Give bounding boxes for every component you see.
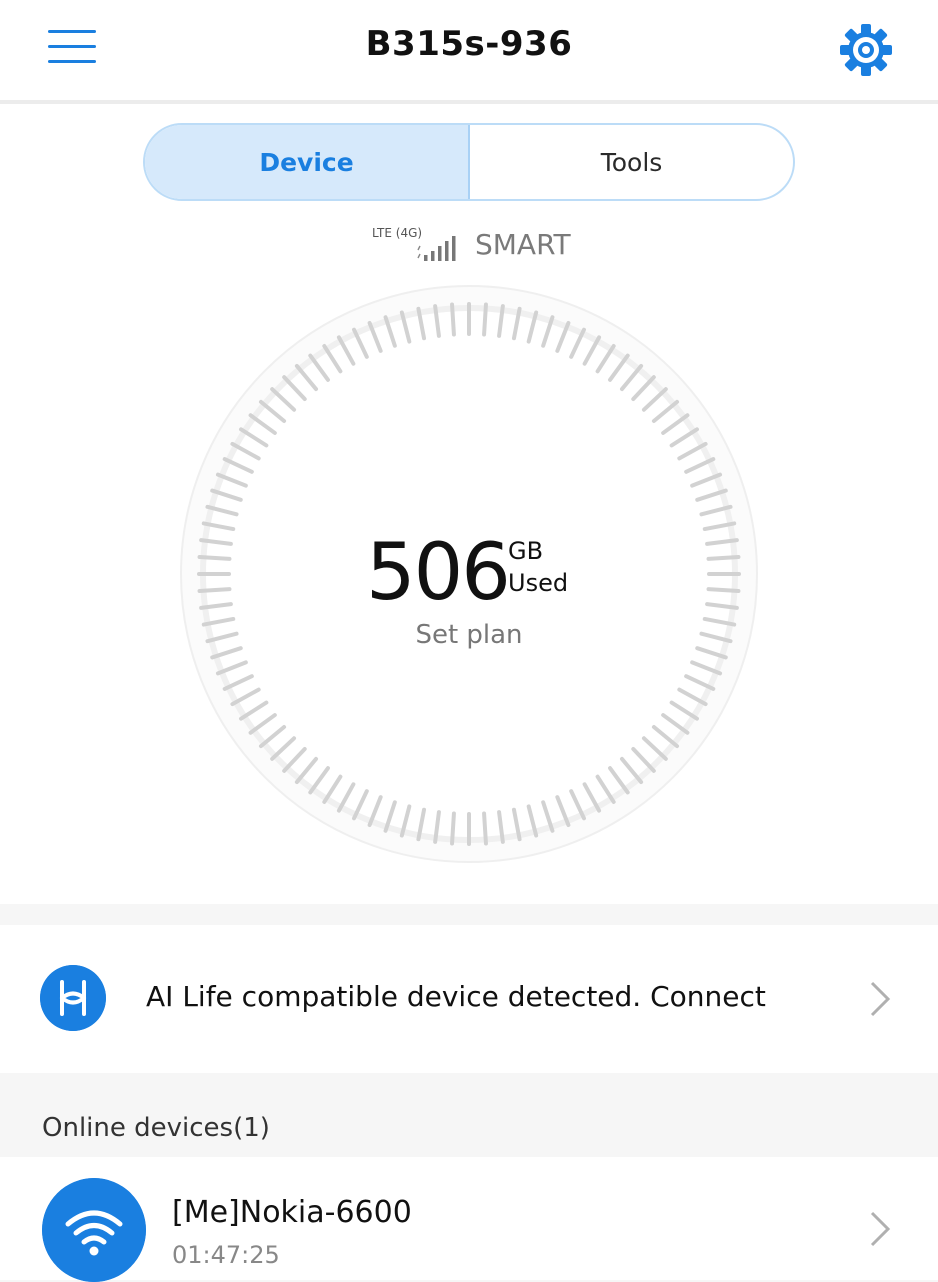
list-item[interactable]: [Me]Nokia-6600 01:47:25	[0, 1157, 938, 1282]
device-panel: Device Tools LTE (4G) SMART 506 GB Used …	[0, 104, 938, 904]
ai-life-message: AI Life compatible device detected. Conn…	[146, 980, 766, 1013]
gear-icon[interactable]	[838, 22, 894, 78]
tab-device[interactable]: Device	[145, 125, 470, 199]
chevron-right-icon	[870, 1211, 891, 1247]
tab-switcher: Device Tools	[143, 123, 795, 201]
network-type-label: LTE (4G)	[372, 226, 423, 240]
usage-unit: GB	[508, 537, 544, 565]
ai-life-logo-icon	[40, 965, 106, 1031]
gauge-tick	[450, 302, 456, 337]
gauge-tick	[482, 811, 488, 846]
wifi-icon	[42, 1178, 146, 1282]
set-plan-link[interactable]: Set plan	[0, 620, 938, 650]
online-devices-header: Online devices(1)	[42, 1113, 270, 1143]
chevron-right-icon	[870, 981, 891, 1017]
signal-bars-icon	[417, 236, 456, 261]
carrier-name: SMART	[475, 228, 571, 261]
tab-tools[interactable]: Tools	[470, 125, 793, 199]
app-bar: B315s-936	[0, 0, 938, 104]
device-connected-time: 01:47:25	[172, 1241, 280, 1269]
ai-life-banner[interactable]: AI Life compatible device detected. Conn…	[0, 925, 938, 1073]
network-status: LTE (4G) SMART	[370, 222, 610, 272]
device-name: [Me]Nokia-6600	[172, 1195, 412, 1230]
usage-label: Used	[508, 569, 569, 597]
page-title: B315s-936	[365, 24, 573, 64]
usage-value: 506	[366, 528, 511, 618]
gauge-tick	[482, 302, 488, 337]
usage-readout: 506 GB Used	[0, 528, 938, 618]
gauge-tick	[450, 811, 456, 846]
